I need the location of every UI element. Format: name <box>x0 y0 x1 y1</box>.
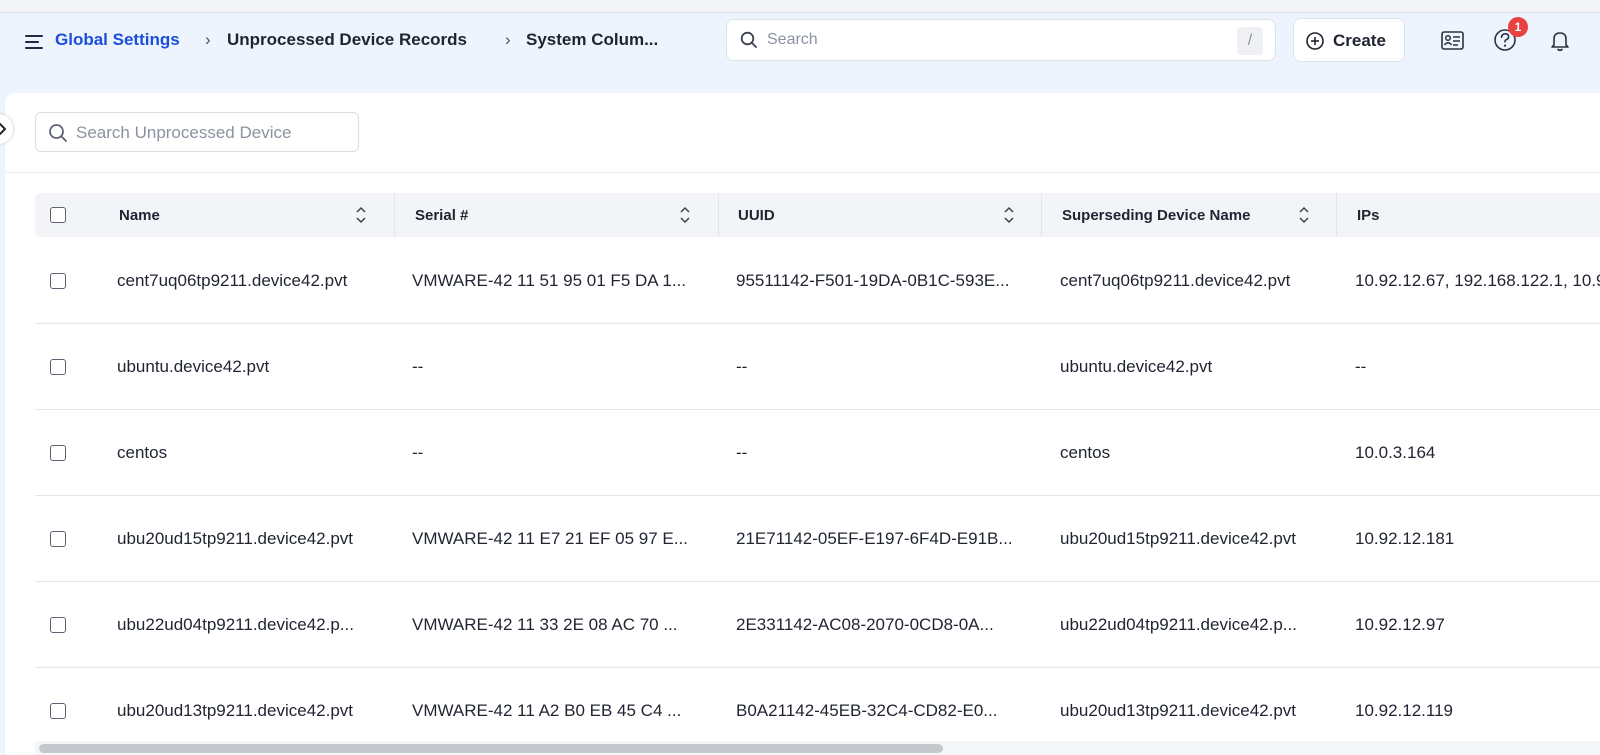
row-checkbox[interactable] <box>50 273 66 289</box>
cell-serial: -- <box>412 357 424 376</box>
column-header-serial[interactable]: Serial # <box>415 207 468 224</box>
table-header: Name Serial # UUID Superseding Device Na… <box>35 193 1600 237</box>
cell-serial: -- <box>412 443 424 462</box>
breadcrumb-current-page: System Colum... <box>526 30 659 49</box>
cell-name[interactable]: centos <box>117 443 387 463</box>
plus-circle-icon <box>1306 32 1324 50</box>
cell-uuid: B0A21142-45EB-32C4-CD82-E0... <box>736 701 998 720</box>
search-icon <box>49 124 67 142</box>
cell-uuid: 2E331142-AC08-2070-0CD8-0A... <box>736 615 994 634</box>
breadcrumb-separator: › <box>205 30 211 49</box>
cell-uuid: -- <box>736 357 748 376</box>
column-header-uuid[interactable]: UUID <box>738 207 775 224</box>
sort-icon[interactable] <box>355 203 367 227</box>
toolbar-divider <box>5 172 1600 173</box>
cell-serial: VMWARE-42 11 A2 B0 EB 45 C4 ... <box>412 701 682 720</box>
cell-superseding-device-name: cent7uq06tp9211.device42.pvt <box>1060 271 1291 290</box>
cell-ips: 10.92.12.97 <box>1355 615 1445 634</box>
row-checkbox[interactable] <box>50 531 66 547</box>
cell-ips: -- <box>1355 357 1367 376</box>
cell-superseding-device-name: ubuntu.device42.pvt <box>1060 357 1213 376</box>
table-row[interactable]: ubu20ud13tp9211.device42.pvt VMWARE-42 1… <box>35 667 1600 741</box>
global-search-placeholder: Search <box>767 31 818 48</box>
column-header-ips[interactable]: IPs <box>1357 207 1380 224</box>
top-strip <box>0 0 1600 13</box>
cell-uuid: 95511142-F501-19DA-0B1C-593E... <box>736 271 1010 290</box>
cell-name[interactable]: ubu20ud15tp9211.device42.pvt <box>117 529 387 549</box>
menu-icon[interactable] <box>25 35 43 51</box>
column-divider <box>1041 193 1042 237</box>
column-header-name[interactable]: Name <box>119 207 160 224</box>
sort-icon[interactable] <box>1298 203 1310 227</box>
select-all-checkbox[interactable] <box>50 207 66 223</box>
column-divider <box>1336 193 1337 237</box>
row-checkbox[interactable] <box>50 359 66 375</box>
cell-superseding-device-name: ubu20ud15tp9211.device42.pvt <box>1060 529 1296 548</box>
search-icon <box>740 31 757 48</box>
cell-uuid: -- <box>736 443 748 462</box>
device-search-input[interactable]: Search Unprocessed Device <box>35 112 359 152</box>
create-button-label: Create <box>1333 31 1386 50</box>
cell-serial: VMWARE-42 11 33 2E 08 AC 70 ... <box>412 615 678 634</box>
cell-uuid: 21E71142-05EF-E197-6F4D-E91B... <box>736 529 1013 548</box>
sort-icon[interactable] <box>679 203 691 227</box>
chevron-right-icon <box>0 123 6 135</box>
row-checkbox[interactable] <box>50 617 66 633</box>
cell-superseding-device-name: ubu20ud13tp9211.device42.pvt <box>1060 701 1296 720</box>
sort-icon[interactable] <box>1003 203 1015 227</box>
column-divider <box>394 193 395 237</box>
breadcrumb-separator: › <box>505 30 511 49</box>
bell-icon[interactable] <box>1545 25 1575 55</box>
device-search-placeholder: Search Unprocessed Device <box>76 123 292 142</box>
cell-name[interactable]: cent7uq06tp9211.device42.pvt <box>117 271 387 291</box>
cell-ips: 10.92.12.119 <box>1355 701 1453 720</box>
global-search-input[interactable]: Search / <box>726 19 1276 61</box>
cell-superseding-device-name: ubu22ud04tp9211.device42.p... <box>1060 615 1297 634</box>
row-checkbox[interactable] <box>50 703 66 719</box>
table-row[interactable]: ubu20ud15tp9211.device42.pvt VMWARE-42 1… <box>35 495 1600 582</box>
cell-ips: 10.0.3.164 <box>1355 443 1436 462</box>
horizontal-scrollbar-thumb[interactable] <box>39 744 943 753</box>
shortcut-key-badge: / <box>1237 27 1263 55</box>
table-row[interactable]: centos -- -- centos 10.0.3.164 <box>35 409 1600 496</box>
cell-superseding-device-name: centos <box>1060 443 1111 462</box>
table-row[interactable]: cent7uq06tp9211.device42.pvt VMWARE-42 1… <box>35 237 1600 324</box>
column-header-superseding-device-name[interactable]: Superseding Device Name <box>1062 207 1250 224</box>
cell-serial: VMWARE-42 11 51 95 01 F5 DA 1... <box>412 271 687 290</box>
cell-ips: 10.92.12.67, 192.168.122.1, 10.9 <box>1355 271 1600 290</box>
notification-count-badge: 1 <box>1508 17 1528 37</box>
cell-ips: 10.92.12.181 <box>1355 529 1455 548</box>
cell-name[interactable]: ubuntu.device42.pvt <box>117 357 387 377</box>
row-checkbox[interactable] <box>50 445 66 461</box>
breadcrumb-global-settings[interactable]: Global Settings <box>55 30 180 50</box>
cell-name[interactable]: ubu22ud04tp9211.device42.p... <box>117 615 387 635</box>
cell-name[interactable]: ubu20ud13tp9211.device42.pvt <box>117 701 387 721</box>
create-button[interactable]: Create <box>1293 18 1405 62</box>
table-row[interactable]: ubuntu.device42.pvt -- -- ubuntu.device4… <box>35 323 1600 410</box>
cell-serial: VMWARE-42 11 E7 21 EF 05 97 E... <box>412 529 688 548</box>
column-divider <box>718 193 719 237</box>
contact-card-icon[interactable] <box>1437 25 1467 55</box>
table-row[interactable]: ubu22ud04tp9211.device42.p... VMWARE-42 … <box>35 581 1600 668</box>
breadcrumb-unprocessed-device-records[interactable]: Unprocessed Device Records <box>227 30 467 50</box>
